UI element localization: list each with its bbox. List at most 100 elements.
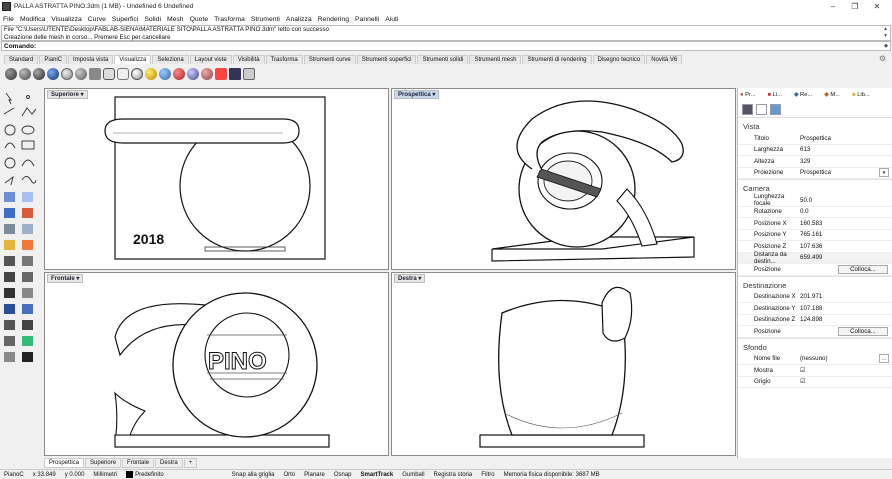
menu-quote[interactable]: Quote <box>190 16 209 23</box>
environment-sphere-icon[interactable] <box>159 68 171 80</box>
prop-value[interactable]: 160.583 <box>800 220 892 227</box>
tab-standard[interactable]: Standard <box>4 55 39 64</box>
menu-superfici[interactable]: Superfici <box>112 16 138 23</box>
menu-pannelli[interactable]: Pannelli <box>355 16 379 23</box>
viewport-icon[interactable] <box>756 104 767 115</box>
tab-strumenti-solidi[interactable]: Strumenti solidi <box>417 55 469 64</box>
vp-tab-superiore[interactable]: Superiore <box>85 458 122 468</box>
prop-value[interactable]: 659.499 <box>800 254 892 261</box>
render-sphere-icon[interactable] <box>173 68 185 80</box>
gumball-toggle[interactable]: Gumball <box>402 472 424 478</box>
vp-tab-frontale[interactable]: Frontale <box>122 458 155 468</box>
minimize-button[interactable]: – <box>822 0 844 13</box>
wireframe-sphere-icon[interactable] <box>5 68 17 80</box>
panel-tab-materials[interactable]: ◆ M... <box>824 92 846 98</box>
tab-strumenti-superfici[interactable]: Strumenti superfici <box>356 55 417 64</box>
viewport-right[interactable]: Destra ▾ <box>391 272 736 456</box>
panel-tab-properties[interactable]: ● Pr... <box>740 92 761 98</box>
tab-strumenti-rendering[interactable]: Strumenti di rendering <box>522 55 592 64</box>
tab-disegno-tecnico[interactable]: Disegno tecnico <box>592 55 646 64</box>
menu-curve[interactable]: Curve <box>88 16 106 23</box>
artistic-icon[interactable] <box>89 68 101 80</box>
browse-file-button[interactable]: … <box>879 354 889 364</box>
rendered-sphere-icon[interactable] <box>33 68 45 80</box>
layer-selector[interactable]: Predefinito <box>126 470 173 478</box>
tab-novita-v6[interactable]: Novità V6 <box>646 55 683 64</box>
camera-place-button[interactable]: Colloca... <box>838 264 888 274</box>
gear-icon[interactable]: ⚙ <box>879 54 886 63</box>
maximize-button[interactable]: ❐ <box>844 0 866 13</box>
tab-strumenti-curve[interactable]: Strumenti curve <box>303 55 356 64</box>
projection-select[interactable]: Prospettica <box>800 169 879 176</box>
prop-value[interactable]: 329 <box>800 158 892 165</box>
menu-rendering[interactable]: Rendering <box>318 16 349 23</box>
light-sphere-icon[interactable] <box>145 68 157 80</box>
prop-value[interactable]: 765.161 <box>800 231 892 238</box>
prop-value[interactable]: 107.188 <box>800 305 892 312</box>
delete-render-icon[interactable] <box>215 68 227 80</box>
menu-solidi[interactable]: Solidi <box>144 16 161 23</box>
prop-value[interactable]: 107.636 <box>800 243 892 250</box>
object-icon[interactable] <box>770 104 781 115</box>
command-input[interactable]: Comando: ◆ <box>1 41 891 51</box>
tab-pianic[interactable]: PianiC <box>39 55 68 64</box>
vp-tab-destra[interactable]: Destra <box>155 458 183 468</box>
close-button[interactable]: ✕ <box>866 0 888 13</box>
arctic-icon[interactable] <box>117 68 129 80</box>
history-scroll[interactable]: ▲ ▼ <box>883 26 888 40</box>
tab-visualizza[interactable]: Visualizza <box>114 55 152 64</box>
xray-sphere-icon[interactable] <box>61 68 73 80</box>
display-settings-icon[interactable] <box>131 68 143 80</box>
record-history-toggle[interactable]: Registra storia <box>434 472 473 478</box>
snap-grid-toggle[interactable]: Snap alla griglia <box>232 472 275 478</box>
prop-value[interactable]: (nessuno) <box>800 355 879 362</box>
viewport-perspective[interactable]: Prospettica ▾ <box>391 88 736 270</box>
filter-toggle[interactable]: Filtro <box>481 472 494 478</box>
prop-value[interactable]: 50.0 <box>800 197 892 204</box>
prop-value[interactable]: 124.898 <box>800 316 892 323</box>
chevron-down-icon[interactable]: ▾ <box>879 168 889 178</box>
panel-tab-layers[interactable]: ■ Li... <box>767 92 787 98</box>
pen-icon[interactable] <box>103 68 115 80</box>
tab-strumenti-mesh[interactable]: Strumenti mesh <box>469 55 522 64</box>
menu-trasforma[interactable]: Trasforma <box>214 16 245 23</box>
shaded-sphere-icon[interactable] <box>19 68 31 80</box>
units[interactable]: Millimetri <box>93 472 117 478</box>
ghosted-sphere-icon[interactable] <box>47 68 59 80</box>
tab-trasforma[interactable]: Trasforma <box>265 55 303 64</box>
material-sphere-icon[interactable] <box>187 68 199 80</box>
named-view-icon[interactable] <box>243 68 255 80</box>
decal-icon[interactable] <box>201 68 213 80</box>
panel-tab-library[interactable]: ■ Lib... <box>852 92 876 98</box>
tab-imposta-vista[interactable]: Imposta vista <box>68 55 114 64</box>
target-place-button[interactable]: Colloca... <box>838 326 888 336</box>
menu-file[interactable]: File <box>3 16 14 23</box>
prop-value[interactable]: 201.971 <box>800 293 892 300</box>
tab-visibilita[interactable]: Visibilità <box>232 55 265 64</box>
technical-sphere-icon[interactable] <box>75 68 87 80</box>
menu-analizza[interactable]: Analizza <box>286 16 312 23</box>
smarttrack-toggle[interactable]: SmartTrack <box>361 472 394 478</box>
tab-layout-viste[interactable]: Layout viste <box>189 55 232 64</box>
menu-mesh[interactable]: Mesh <box>167 16 184 23</box>
viewport-front[interactable]: Frontale ▾ PINO <box>44 272 389 456</box>
osnap-toggle[interactable]: Osnap <box>334 472 352 478</box>
screen-capture-icon[interactable] <box>229 68 241 80</box>
cplane-selector[interactable]: PianoC <box>4 472 24 478</box>
gray-checkbox[interactable]: ☑ <box>800 378 892 385</box>
panel-tab-render[interactable]: ◆ Re... <box>794 92 818 98</box>
vp-tab-prospettica[interactable]: Prospettica <box>44 458 85 468</box>
menu-aiuti[interactable]: Aiuti <box>385 16 398 23</box>
prop-value[interactable]: 613 <box>800 146 892 153</box>
prop-value[interactable]: Prospettica <box>800 135 892 142</box>
vp-tab-add[interactable]: + <box>183 458 198 468</box>
prop-value[interactable]: 0.0 <box>800 208 892 215</box>
command-scroll[interactable]: ◆ <box>884 43 888 50</box>
viewport-top[interactable]: Superiore ▾ 2018 <box>44 88 389 270</box>
tab-seleziona[interactable]: Seleziona <box>152 55 189 64</box>
menu-modifica[interactable]: Modifica <box>20 16 45 23</box>
camera-icon[interactable] <box>742 104 753 115</box>
ortho-toggle[interactable]: Orto <box>283 472 295 478</box>
menu-visualizza[interactable]: Visualizza <box>51 16 81 23</box>
planar-toggle[interactable]: Planare <box>304 472 325 478</box>
